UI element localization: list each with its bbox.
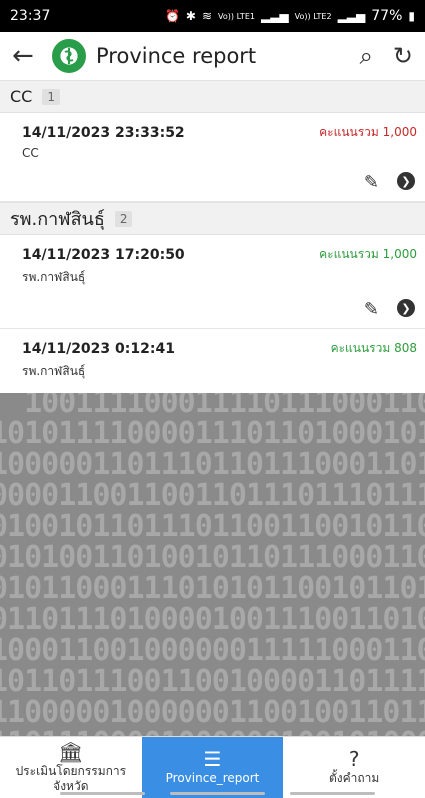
question-icon: ? bbox=[348, 747, 360, 771]
nav-item-province-report[interactable]: ☰ Province_report bbox=[141, 737, 284, 798]
alarm-icon: ⏰ bbox=[164, 9, 180, 23]
item-date: 14/11/2023 0:12:41 bbox=[22, 340, 175, 357]
nav-label: ตั้งคำถาม bbox=[329, 771, 380, 785]
item-date: 14/11/2023 17:20:50 bbox=[22, 246, 185, 263]
nav-item-province-assessment[interactable]: 🏛 ประเมินโดยกรรมการจังหวัด bbox=[0, 737, 142, 798]
group-count-badge: 2 bbox=[114, 210, 133, 227]
status-time: 23:37 bbox=[10, 8, 51, 24]
search-icon[interactable]: ⌕ bbox=[359, 42, 372, 70]
status-bar: 23:37 ⏰ ✱ ≋ Vo)) LTE1 ▂▃▅ Vo)) LTE2 ▂▃▅ … bbox=[0, 0, 425, 32]
list-icon: ☰ bbox=[203, 747, 222, 771]
group-header: CC 1 bbox=[0, 80, 425, 113]
binary-pattern-decoration: 10011110001111011100011000110 1010111100… bbox=[0, 393, 425, 736]
edit-icon[interactable]: ✎ bbox=[364, 299, 379, 320]
page-title: Province report bbox=[96, 44, 257, 68]
home-indicator bbox=[60, 792, 145, 795]
network-label-2: Vo)) LTE2 bbox=[294, 11, 332, 21]
battery-level: 77% bbox=[371, 8, 403, 24]
status-icons: ⏰ ✱ ≋ Vo)) LTE1 ▂▃▅ Vo)) LTE2 ▂▃▅ 77% ▮ bbox=[165, 8, 415, 24]
group-header: รพ.กาฬสินธุ์ 2 bbox=[0, 202, 425, 235]
refresh-icon[interactable]: ↻ bbox=[393, 42, 413, 70]
item-subtitle: รพ.กาฬสินธุ์ bbox=[22, 364, 86, 378]
item-subtitle: รพ.กาฬสินธุ์ bbox=[22, 270, 86, 284]
arrow-left-icon[interactable]: ← bbox=[12, 41, 46, 71]
list-item[interactable]: 14/11/2023 23:33:52 คะแนนรวม 1,000 CC ✎ … bbox=[0, 113, 425, 202]
group-name: CC bbox=[10, 87, 33, 106]
item-score: คะแนนรวม 808 bbox=[330, 341, 417, 355]
background-pattern: 10011110001111011100011000110 1010111100… bbox=[0, 393, 425, 736]
nav-label: Province_report bbox=[165, 771, 260, 785]
app-logo bbox=[52, 39, 86, 73]
app-bar: ← Province report ⌕ ↻ bbox=[0, 32, 425, 80]
signal-icon: ▂▃▅ bbox=[260, 9, 289, 23]
bottom-navigation: 🏛 ประเมินโดยกรรมการจังหวัด ☰ Province_re… bbox=[0, 736, 425, 798]
item-score: คะแนนรวม 1,000 bbox=[319, 125, 417, 139]
item-date: 14/11/2023 23:33:52 bbox=[22, 124, 185, 141]
item-subtitle: CC bbox=[22, 146, 39, 160]
battery-icon: ▮ bbox=[408, 9, 415, 23]
wifi-icon: ≋ bbox=[201, 9, 213, 23]
nav-label: ประเมินโดยกรรมการจังหวัด bbox=[15, 763, 127, 793]
nav-item-questions[interactable]: ? ตั้งคำถาม bbox=[283, 737, 425, 798]
group-count-badge: 1 bbox=[42, 88, 60, 105]
home-indicator bbox=[290, 792, 375, 795]
chevron-right-icon[interactable]: ❯ bbox=[397, 299, 415, 317]
group-name: รพ.กาฬสินธุ์ bbox=[10, 209, 105, 230]
chevron-right-icon[interactable]: ❯ bbox=[397, 172, 415, 190]
bank-icon: 🏛 bbox=[58, 739, 84, 764]
report-list: CC 1 14/11/2023 23:33:52 คะแนนรวม 1,000 … bbox=[0, 80, 425, 423]
edit-icon[interactable]: ✎ bbox=[364, 172, 379, 193]
network-label-1: Vo)) LTE1 bbox=[218, 11, 255, 21]
bluetooth-icon: ✱ bbox=[185, 9, 196, 23]
item-score: คะแนนรวม 1,000 bbox=[319, 247, 417, 261]
home-indicator bbox=[170, 792, 265, 795]
signal-icon: ▂▃▅ bbox=[337, 9, 366, 23]
list-item[interactable]: 14/11/2023 17:20:50 คะแนนรวม 1,000 รพ.กา… bbox=[0, 235, 425, 329]
